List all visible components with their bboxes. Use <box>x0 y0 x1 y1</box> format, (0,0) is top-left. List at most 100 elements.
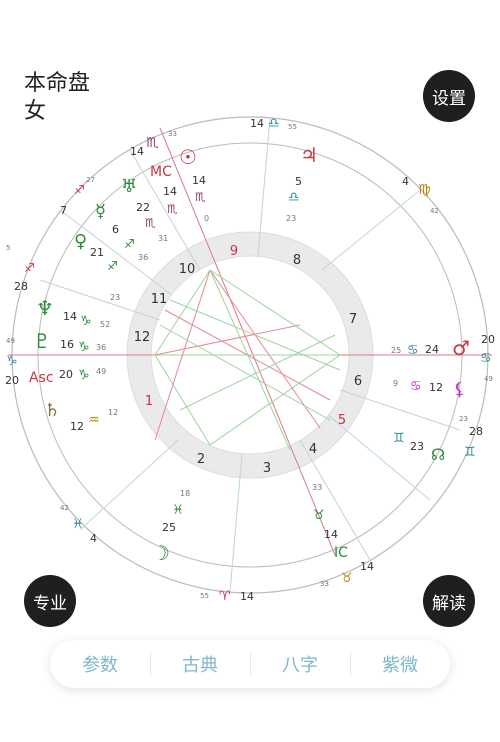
cusp-label: 28 <box>14 280 28 293</box>
planet-minute: 36 <box>96 343 106 352</box>
cusp-minute: 42 <box>60 504 69 512</box>
planet-sign: ♑ <box>80 314 92 329</box>
tab-ziwei[interactable]: 紫微 <box>350 651 450 677</box>
cusp-label: 28 <box>469 425 483 438</box>
house-number: 5 <box>338 413 346 428</box>
planet-degree: 20 <box>59 368 73 381</box>
tab-bazi[interactable]: 八字 <box>250 651 350 677</box>
planet-minute: 23 <box>110 293 120 302</box>
cusp-sign: ♑ <box>6 354 18 369</box>
planet-degree: 14 <box>192 174 206 187</box>
ic-label: IC <box>334 545 348 561</box>
cusp-label: 20 <box>5 374 19 387</box>
cusp-minute: 55 <box>200 592 209 600</box>
planet-degree: 14 <box>324 528 338 541</box>
planet-minute: 12 <box>108 408 118 417</box>
jupiter-icon: ♃ <box>300 143 318 167</box>
planet-minute: 36 <box>138 253 148 262</box>
moon-icon: ☽ <box>152 541 170 565</box>
house-number: 11 <box>151 292 168 307</box>
planet-sign: ♊ <box>393 431 405 446</box>
planet-sign: ♋ <box>410 379 422 394</box>
planet-sign: ♋ <box>407 343 419 358</box>
planet-degree: 5 <box>295 175 302 188</box>
cusp-sign: ♈ <box>219 589 231 604</box>
cusp-label: 14 <box>250 117 264 130</box>
planet-minute: 25 <box>391 346 401 355</box>
house-number: 8 <box>293 253 301 268</box>
planet-degree: 12 <box>429 381 443 394</box>
cusp-sign: ♊ <box>464 445 476 460</box>
cusp-minute: 33 <box>168 130 177 138</box>
mc-label: MC <box>150 164 172 180</box>
planet-sign: ♐ <box>107 259 118 273</box>
neptune-icon: ♆ <box>36 296 54 320</box>
planet-degree: 22 <box>136 201 150 214</box>
planet-sign: ♏ <box>145 216 156 230</box>
uranus-icon: ♅ <box>121 176 137 197</box>
cusp-minute: 27 <box>86 176 95 184</box>
planet-degree: 23 <box>410 440 424 453</box>
cusp-label: 20 <box>481 333 495 346</box>
planet-sign: ♑ <box>78 368 90 383</box>
cusp-label: 7 <box>60 204 67 217</box>
asc-label: Asc <box>29 370 54 386</box>
planet-sign: ♎ <box>288 190 300 205</box>
natal-chart-wheel: 1 2 3 4 5 6 7 8 9 10 11 12 14 ♎ 55 4 ♍ 4… <box>5 116 495 604</box>
planet-degree: 14 <box>163 185 177 198</box>
house-number: 3 <box>263 461 271 476</box>
planet-sign: ♓ <box>172 503 184 518</box>
cusp-sign: ♐ <box>74 183 85 197</box>
cusp-sign: ♏ <box>146 135 159 151</box>
planet-sign: ♉ <box>313 508 325 523</box>
planet-minute: 33 <box>312 483 322 492</box>
cusp-label: 4 <box>90 532 97 545</box>
planet-degree: 14 <box>63 310 77 323</box>
house-number: 12 <box>134 330 151 345</box>
cusp-label: 14 <box>360 560 374 573</box>
cusp-sign: ♍ <box>418 182 431 198</box>
cusp-sign: ♋ <box>480 351 492 366</box>
cusp-minute: 49 <box>484 375 493 383</box>
cusp-minute: 42 <box>430 207 439 215</box>
pluto-icon: ♇ <box>33 329 51 353</box>
planet-degree: 6 <box>112 223 119 236</box>
cusp-minute: 49 <box>6 337 15 345</box>
planet-minute: 18 <box>180 489 190 498</box>
node-icon: ☊ <box>431 445 445 464</box>
planet-minute: 23 <box>286 214 296 223</box>
planet-degree: 21 <box>90 246 104 259</box>
planet-sign: ♏ <box>195 190 206 204</box>
planet-degree: 12 <box>70 420 84 433</box>
planet-sign: ♏ <box>167 202 178 216</box>
cusp-sign: ♉ <box>341 571 353 586</box>
house-number: 6 <box>354 374 362 389</box>
planet-minute: 9 <box>393 379 398 388</box>
planet-sign: ♐ <box>124 237 135 251</box>
house-number: 9 <box>230 244 238 259</box>
planet-degree: 24 <box>425 343 439 356</box>
house-number: 2 <box>197 452 205 467</box>
sun-icon: ☉ <box>179 145 197 169</box>
cusp-minute: 5 <box>6 244 10 252</box>
planet-degree: 25 <box>162 521 176 534</box>
cusp-minute: 23 <box>459 415 468 423</box>
planet-sign: ♒ <box>88 413 100 428</box>
house-number: 1 <box>145 394 153 409</box>
tab-classical[interactable]: 古典 <box>150 651 250 677</box>
cusp-sign: ♎ <box>268 116 280 131</box>
cusp-sign: ♓ <box>72 517 84 532</box>
planet-minute: 49 <box>96 367 106 376</box>
planet-minute: 31 <box>158 234 168 243</box>
venus-icon: ♀ <box>74 231 87 252</box>
bottom-tab-bar: 参数 古典 八字 紫微 <box>50 640 450 688</box>
tab-parameters[interactable]: 参数 <box>50 651 150 677</box>
cusp-minute: 55 <box>288 123 297 131</box>
chart-type-label: 本命盘 <box>24 71 91 96</box>
house-number: 7 <box>349 312 357 327</box>
cusp-label: 4 <box>402 175 409 188</box>
cusp-minute: 33 <box>320 580 329 588</box>
cusp-label: 14 <box>240 590 254 603</box>
planet-minute: 0 <box>204 214 209 223</box>
mars-icon: ♂ <box>452 336 470 360</box>
